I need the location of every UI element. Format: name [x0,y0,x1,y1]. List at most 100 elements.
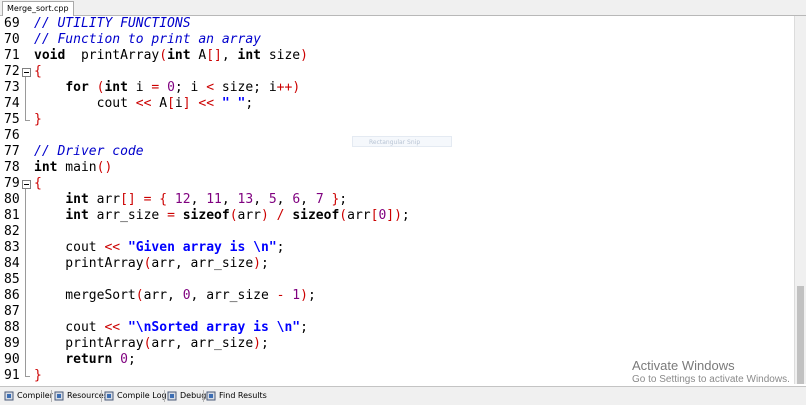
code-token: { [34,176,42,191]
code-token: 0 [182,288,191,303]
code-line[interactable]: 73 for (int i = 0; i < size; i++) [0,80,794,96]
line-number: 89 [4,336,20,351]
line-number: 77 [4,144,20,159]
code-token: int [104,80,128,95]
tab-separator [101,390,102,402]
code-token: = [167,208,175,223]
code-line[interactable]: 89 printArray(arr, arr_size); [0,336,794,352]
code-text: cout << A[i] << " "; [34,96,254,112]
code-line[interactable]: 84 printArray(arr, arr_size); [0,256,794,272]
code-token: 12 [174,192,191,207]
line-number: 78 [4,160,20,175]
resources-icon [54,391,64,401]
code-text: // UTILITY FUNCTIONS [34,16,191,32]
code-line[interactable]: 72{ [0,64,794,80]
vertical-scrollbar[interactable] [794,16,806,384]
code-line[interactable]: 75} [0,112,794,128]
code-token: () [96,160,113,175]
code-line[interactable]: 81 int arr_size = sizeof(arr) / sizeof(a… [0,208,794,224]
code-line[interactable]: 69 // UTILITY FUNCTIONS [0,16,794,32]
code-text: cout << "Given array is \n"; [34,240,284,256]
code-token: mergeSort [34,288,136,303]
code-line[interactable]: 88 cout << "\nSorted array is \n"; [0,320,794,336]
code-token: "Given array is \n" [127,240,277,255]
code-token: ) [300,48,308,63]
code-line[interactable]: 80 int arr[] = { 12, 11, 13, 5, 6, 7 }; [0,192,794,208]
code-line[interactable]: 85 [0,272,794,288]
code-token: main [57,160,97,175]
code-token: // Driver code [34,144,144,159]
code-text: for (int i = 0; i < size; i++) [34,80,300,96]
code-token: ( [135,288,144,303]
compile-log-icon [104,391,114,401]
line-number: 69 [4,16,20,31]
fold-guide [25,77,26,120]
code-line[interactable]: 87 [0,304,794,320]
fold-guide-end [25,120,30,121]
code-line[interactable]: 70 // Function to print an array [0,32,794,48]
compiler-icon [4,391,14,401]
bottom-tab-label: Compiler [17,391,54,400]
code-token: / [276,208,285,223]
code-token: [] [120,192,136,207]
code-token: arr [88,192,121,207]
code-token: size; i [214,80,277,95]
fold-toggle-icon[interactable] [22,180,31,189]
code-line[interactable]: 71 void printArray(int A[], int size) [0,48,794,64]
code-token: ; [127,352,136,367]
code-token: int [167,48,191,63]
code-line[interactable]: 82 [0,224,794,240]
code-token: cout [34,320,105,335]
scrollbar-thumb[interactable] [797,286,804,384]
bottom-tab-resources[interactable]: Resources [54,389,108,403]
line-number: 82 [4,224,20,239]
code-token: ( [229,208,238,223]
activate-windows-subtitle: Go to Settings to activate Windows. [632,374,790,385]
code-line[interactable]: 79{ [0,176,794,192]
code-token: "\nSorted array is \n" [127,320,301,335]
bottom-tab-debug[interactable]: Debug [167,389,206,403]
tab-separator [203,390,204,402]
code-token: } [34,112,42,127]
line-number: 81 [4,208,20,223]
code-token: 6 [292,192,301,207]
code-token: printArray [34,336,144,351]
code-line[interactable]: 74 cout << A[i] << " "; [0,96,794,112]
code-token: << [104,320,121,335]
code-text: return 0; [34,352,136,368]
fold-toggle-icon[interactable] [22,68,31,77]
code-token: ; [276,240,285,255]
code-line[interactable]: 86 mergeSort(arr, 0, arr_size - 1); [0,288,794,304]
code-token: A [190,48,207,63]
code-token: i [127,80,152,95]
code-line[interactable]: 83 cout << "Given array is \n"; [0,240,794,256]
activate-windows-title: Activate Windows [632,358,735,373]
bottom-tab-find-results[interactable]: Find Results [206,389,267,403]
code-text: int arr[] = { 12, 11, 13, 5, 6, 7 }; [34,192,347,208]
file-tab[interactable]: Merge_sort.cpp [2,1,74,16]
fold-guide [25,189,26,376]
code-line[interactable]: 78 int main() [0,160,794,176]
code-editor[interactable]: 69 // UTILITY FUNCTIONS 70// Function to p… [0,16,794,384]
bottom-tab-label: Compile Log [117,391,167,400]
code-text: } [34,368,42,384]
code-token: ) [261,208,269,223]
bottom-tab-compile-log[interactable]: Compile Log [104,389,167,403]
line-number: 88 [4,320,20,335]
code-token: { [159,192,168,207]
code-token: arr, arr_size [151,256,254,271]
code-token: int [237,48,261,63]
code-text: { [34,176,42,192]
code-token: << [135,96,152,111]
code-token: ( [339,208,348,223]
bottom-tab-compiler[interactable]: Compiler [4,389,53,403]
code-token: ]) [386,208,402,223]
code-text: mergeSort(arr, 0, arr_size - 1); [34,288,315,304]
code-text: int main() [34,160,112,176]
